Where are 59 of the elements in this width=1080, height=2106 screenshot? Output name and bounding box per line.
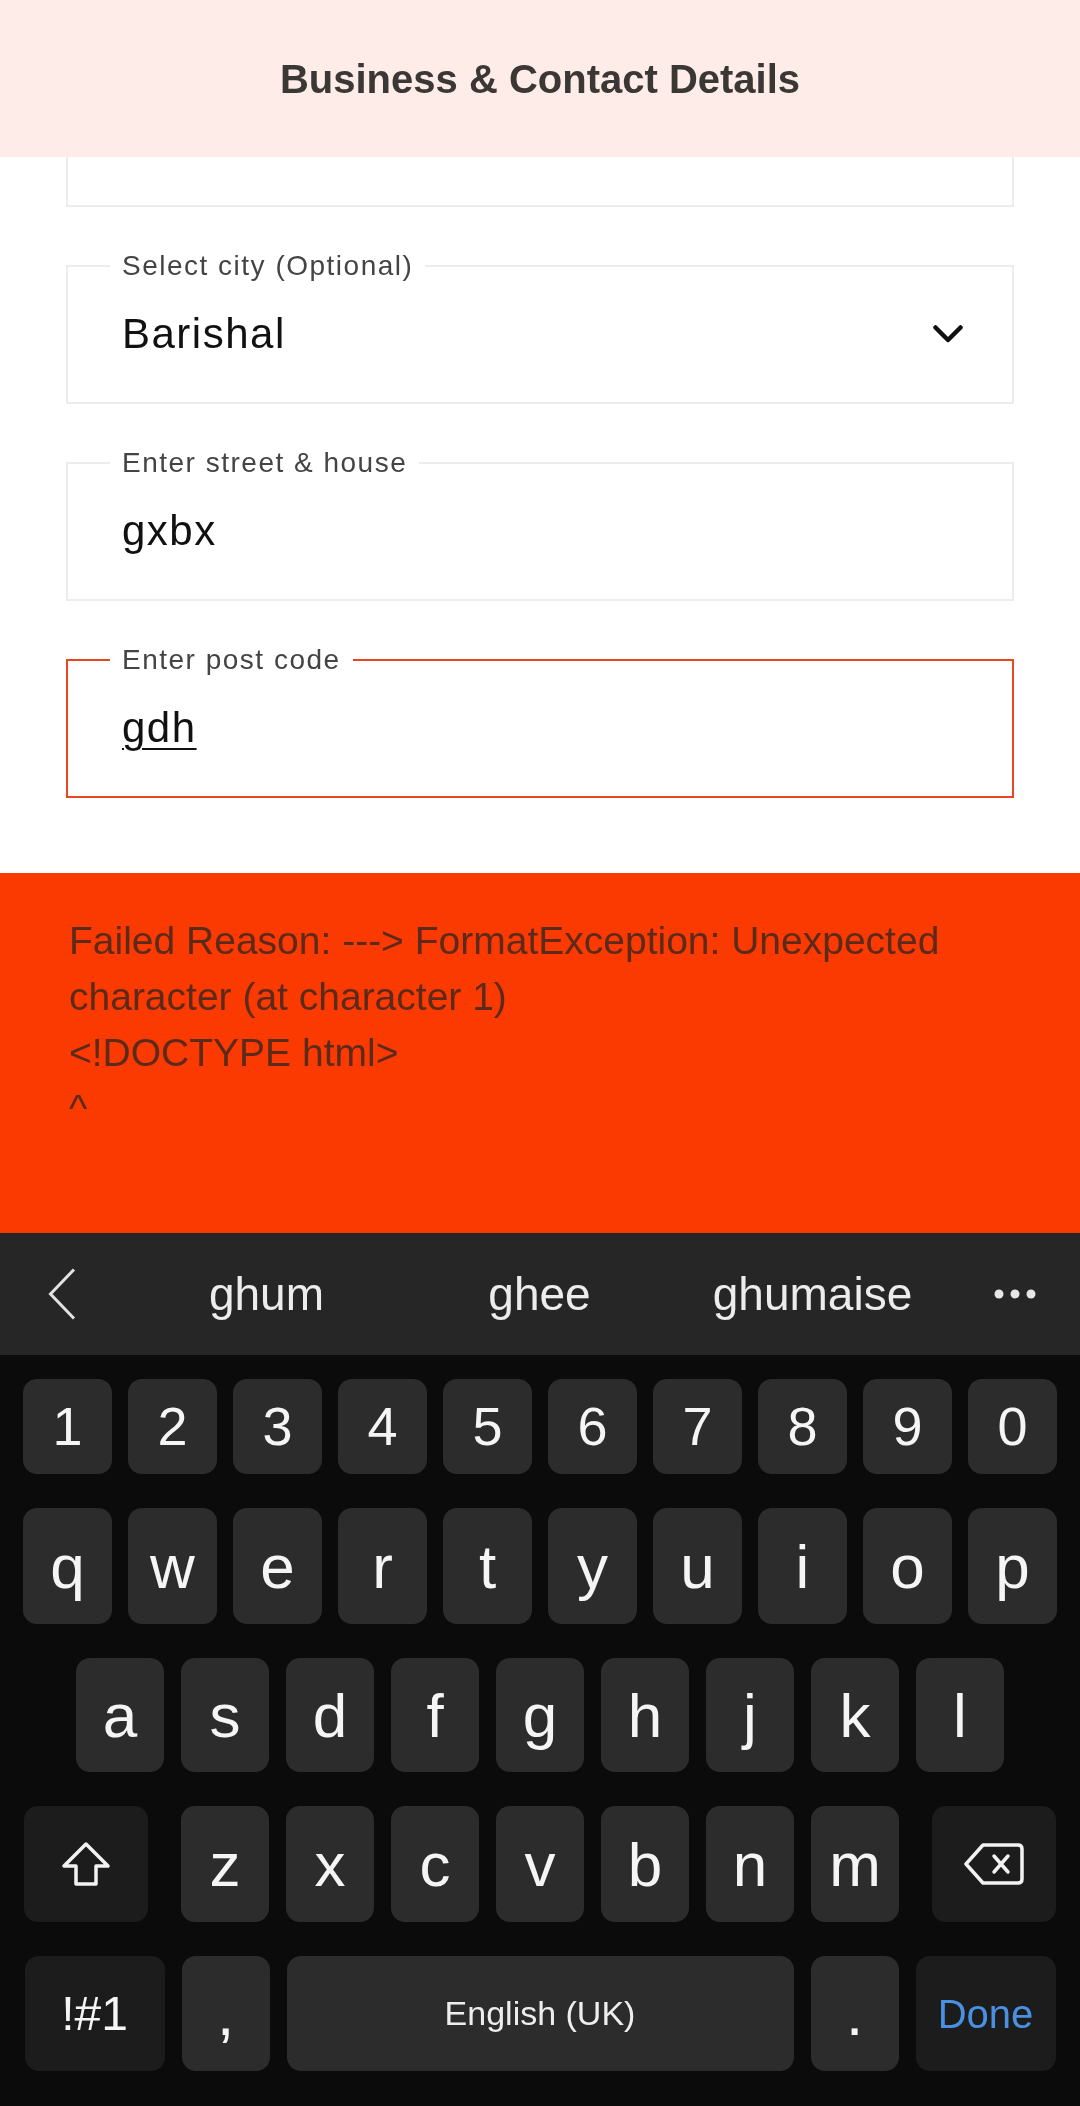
keyboard-key[interactable]: .: [810, 1956, 899, 2071]
keyboard-key[interactable]: 8: [758, 1379, 847, 1474]
keyboard-key[interactable]: q: [23, 1508, 112, 1624]
keyboard-key[interactable]: p: [968, 1508, 1057, 1624]
keyboard-key[interactable]: r: [338, 1508, 427, 1624]
keyboard-key[interactable]: l: [916, 1658, 1004, 1772]
word-suggestion[interactable]: ghee: [488, 1267, 591, 1321]
keyboard-key[interactable]: 0: [968, 1379, 1057, 1474]
field-label: Select city (Optional): [121, 250, 415, 282]
shift-icon: [61, 1841, 111, 1887]
error-message: Failed Reason: ---> FormatException: Unexpected character (at character 1) <!DOCTYPE html> ^: [69, 918, 941, 1132]
keyboard-key[interactable]: z: [181, 1806, 269, 1922]
keyboard-key[interactable]: b: [601, 1806, 689, 1922]
keyboard-key[interactable]: o: [863, 1508, 952, 1624]
backspace-key[interactable]: [932, 1806, 1056, 1922]
screen-title: Business & Contact Details: [279, 55, 801, 103]
field-label: Enter street & house: [121, 447, 409, 479]
keyboard-key[interactable]: k: [811, 1658, 899, 1772]
keyboard-key[interactable]: c: [391, 1806, 479, 1922]
keyboard-key[interactable]: g: [496, 1658, 584, 1772]
field-label: Enter post code: [121, 644, 342, 676]
keyboard-key[interactable]: u: [653, 1508, 742, 1624]
keyboard-key[interactable]: h: [601, 1658, 689, 1772]
space-key[interactable]: English (UK): [286, 1956, 794, 2071]
keyboard-key[interactable]: v: [496, 1806, 584, 1922]
keyboard-key[interactable]: a: [76, 1658, 164, 1772]
keyboard-key[interactable]: 1: [23, 1379, 112, 1474]
keyboard-key[interactable]: i: [758, 1508, 847, 1624]
keyboard-key[interactable]: 5: [443, 1379, 532, 1474]
keyboard-key[interactable]: 7: [653, 1379, 742, 1474]
keyboard-key[interactable]: 9: [863, 1379, 952, 1474]
keyboard-key[interactable]: ,: [181, 1956, 270, 2071]
keyboard-key[interactable]: 3: [233, 1379, 322, 1474]
keyboard-key[interactable]: n: [706, 1806, 794, 1922]
symbols-key[interactable]: !#1: [24, 1956, 165, 2071]
keyboard-key[interactable]: m: [811, 1806, 899, 1922]
keyboard-key[interactable]: 4: [338, 1379, 427, 1474]
keyboard-key[interactable]: y: [548, 1508, 637, 1624]
field-value: Barishal: [122, 309, 286, 359]
chevron-down-icon[interactable]: [933, 325, 963, 343]
keyboard-key[interactable]: w: [128, 1508, 217, 1624]
keyboard-key[interactable]: x: [286, 1806, 374, 1922]
keyboard-key[interactable]: t: [443, 1508, 532, 1624]
backspace-icon: [964, 1843, 1024, 1885]
field-value: gdh: [122, 703, 197, 753]
keyboard-key[interactable]: s: [181, 1658, 269, 1772]
keyboard-key[interactable]: d: [286, 1658, 374, 1772]
field-value: gxbx: [122, 506, 217, 556]
shift-key[interactable]: [24, 1806, 148, 1922]
chevron-left-icon[interactable]: [48, 1268, 76, 1320]
keyboard-key[interactable]: e: [233, 1508, 322, 1624]
keyboard-key[interactable]: 6: [548, 1379, 637, 1474]
more-icon[interactable]: [993, 1289, 1036, 1299]
word-suggestion[interactable]: ghumaise: [712, 1267, 913, 1321]
keyboard-key[interactable]: 2: [128, 1379, 217, 1474]
keyboard-key[interactable]: j: [706, 1658, 794, 1772]
word-suggestion[interactable]: ghum: [208, 1267, 325, 1321]
keyboard-key[interactable]: f: [391, 1658, 479, 1772]
done-key[interactable]: Done: [915, 1956, 1056, 2071]
